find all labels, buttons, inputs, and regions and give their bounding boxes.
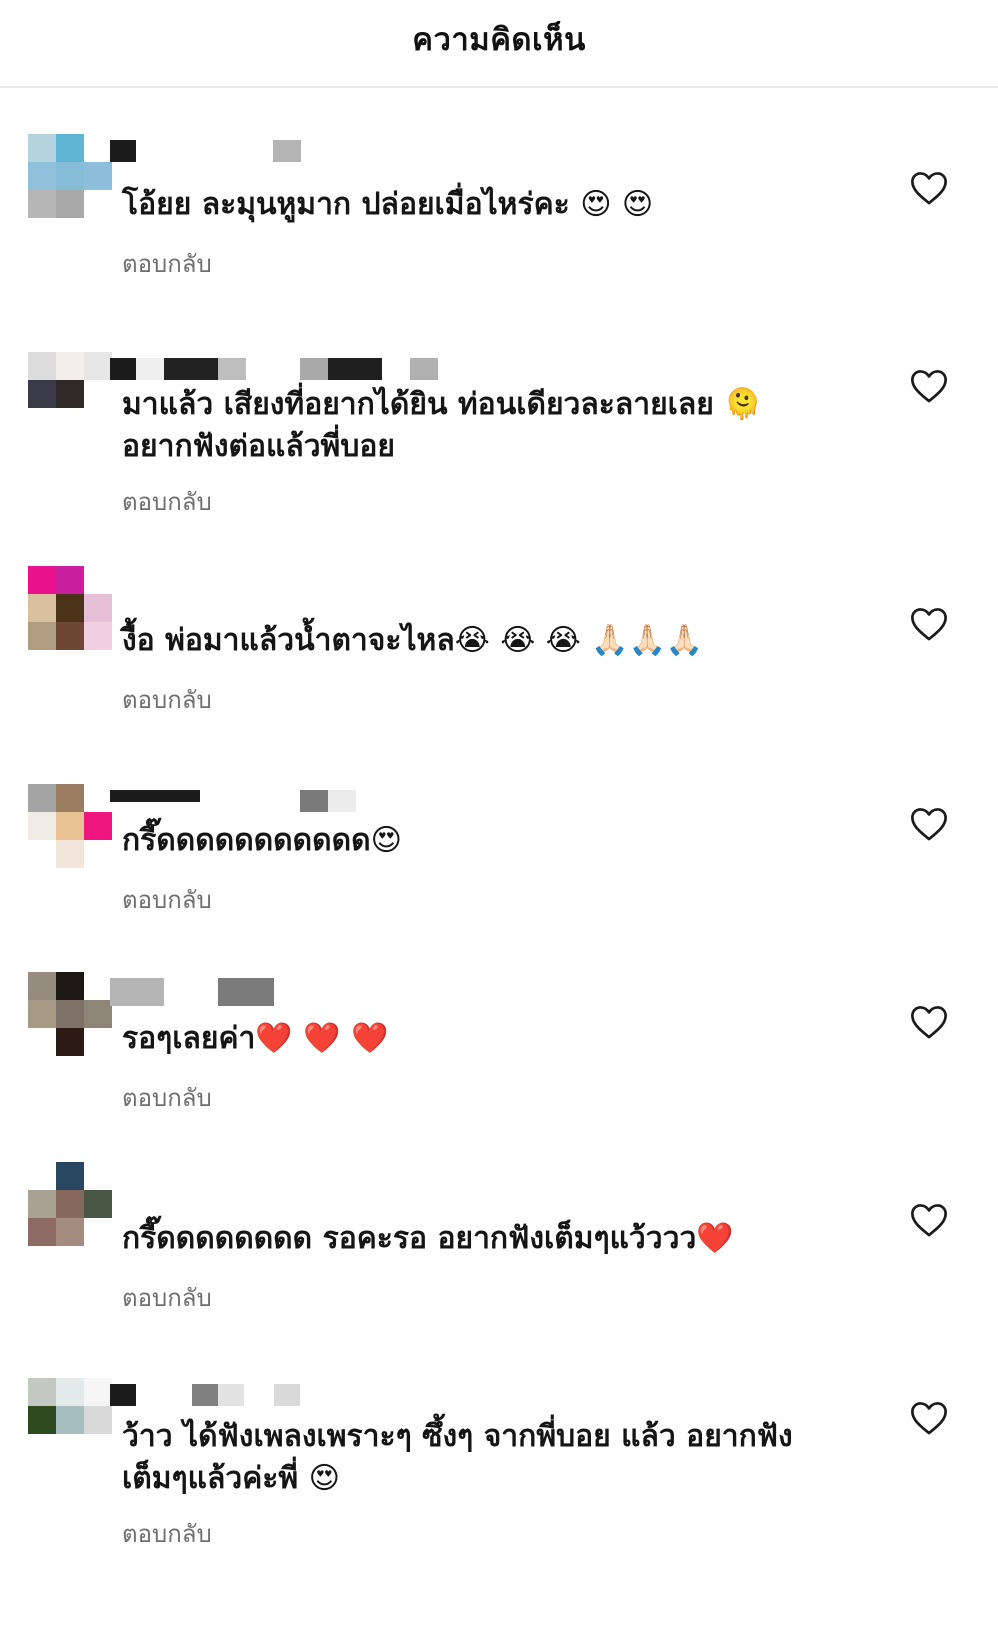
heart-outline-icon <box>911 370 947 403</box>
username-redacted[interactable] <box>110 1384 414 1406</box>
avatar[interactable] <box>28 566 112 650</box>
reply-button[interactable]: ตอบกลับ <box>122 1514 212 1553</box>
heart-outline-icon <box>911 608 947 641</box>
comment-text: กรี๊ดดดดดดดด รอคะรอ อยากฟังเต็มๆแว้ววว❤️ <box>122 1221 734 1256</box>
like-button[interactable] <box>910 1004 948 1040</box>
comments-header: ความคิดเห็น <box>0 0 998 88</box>
reply-button[interactable]: ตอบกลับ <box>122 244 212 283</box>
avatar[interactable] <box>28 972 112 1056</box>
comment-text: โอ้ยย ละมุนหูมาก ปล่อยเมื่อไหร่คะ 😍 😍 <box>122 187 654 222</box>
heart-outline-icon <box>911 808 947 841</box>
reply-button[interactable]: ตอบกลับ <box>122 680 212 719</box>
like-button[interactable] <box>910 606 948 642</box>
like-button[interactable] <box>910 806 948 842</box>
comment-text: งื้อ พ่อมาแล้วน้ำตาจะไหล😭 😭 😭 🙏🏻🙏🏻🙏🏻 <box>122 623 704 658</box>
comment-text: รอๆเลยค่า❤️ ❤️ ❤️ <box>122 1021 389 1056</box>
heart-outline-icon <box>911 172 947 205</box>
username-redacted[interactable] <box>110 140 414 162</box>
avatar[interactable] <box>28 1378 112 1462</box>
avatar[interactable] <box>28 134 112 218</box>
reply-button[interactable]: ตอบกลับ <box>122 880 212 919</box>
reply-button[interactable]: ตอบกลับ <box>122 1278 212 1317</box>
reply-button[interactable]: ตอบกลับ <box>122 1078 212 1117</box>
page-title: ความคิดเห็น <box>412 22 586 58</box>
like-button[interactable] <box>910 1400 948 1436</box>
username-redacted[interactable] <box>110 790 414 812</box>
reply-button[interactable]: ตอบกลับ <box>122 482 212 521</box>
username-redacted[interactable] <box>110 358 438 380</box>
like-button[interactable] <box>910 170 948 206</box>
username-redacted[interactable] <box>110 978 414 1006</box>
heart-outline-icon <box>911 1402 947 1435</box>
heart-outline-icon <box>911 1006 947 1039</box>
like-button[interactable] <box>910 368 948 404</box>
like-button[interactable] <box>910 1202 948 1238</box>
comment-text: มาแล้ว เสียงที่อยากได้ยิน ท่อนเดียวละลาย… <box>122 387 762 464</box>
avatar[interactable] <box>28 1162 112 1246</box>
comment-text: กรี๊ดดดดดดดดดดด😍 <box>122 823 402 858</box>
heart-outline-icon <box>911 1204 947 1237</box>
comment-text: ว้าว ได้ฟังเพลงเพราะๆ ซึ้งๆ จากพี่บอย แล… <box>122 1419 793 1496</box>
avatar[interactable] <box>28 352 112 436</box>
avatar[interactable] <box>28 784 112 868</box>
